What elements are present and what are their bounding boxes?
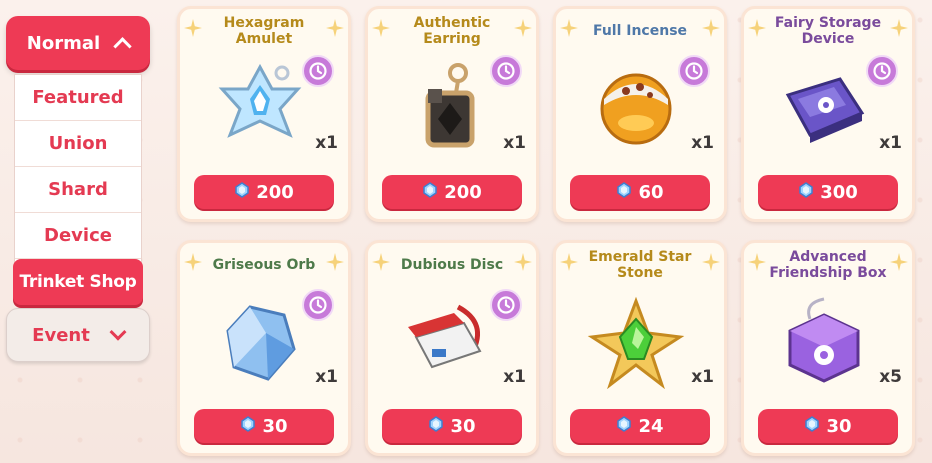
item-name: Dubious Disc [400, 257, 504, 273]
buy-button[interactable]: 200 [194, 175, 334, 209]
item-quantity: x5 [879, 367, 902, 387]
item-price: 30 [450, 415, 476, 437]
shop-item-grid: Hexagram Amulet x1 200 Authentic Earring x1 2… [177, 6, 917, 458]
item-quantity: x1 [503, 133, 526, 153]
buy-button[interactable]: 24 [570, 409, 710, 443]
item-name: Fairy Storage Device [774, 15, 882, 47]
item-price: 30 [262, 415, 288, 437]
item-name: Hexagram Amulet [223, 15, 305, 47]
authentic-earring-icon [398, 59, 498, 155]
item-name: Full Incense [592, 23, 688, 39]
item-quantity: x1 [315, 133, 338, 153]
sub-item-union[interactable]: Union [15, 121, 141, 167]
item-price: 30 [826, 415, 852, 437]
sub-item-trinket-shop[interactable]: Trinket Shop [13, 259, 143, 305]
emerald-star-stone-icon [586, 293, 686, 390]
gem-icon [234, 181, 250, 203]
item-quantity: x1 [503, 367, 526, 387]
dubious-disc-icon [398, 293, 498, 389]
shop-item-card[interactable]: Fairy Storage Device x1 300 [741, 6, 915, 222]
shop-item-card[interactable]: Emerald Star Stone x1 24 [553, 240, 727, 456]
item-name: Advanced Friendship Box [769, 249, 887, 281]
gem-icon [616, 415, 632, 437]
shop-item-card[interactable]: Advanced Friendship Box x5 30 [741, 240, 915, 456]
buy-button[interactable]: 300 [758, 175, 898, 209]
shop-item-card[interactable]: Griseous Orb x1 30 [177, 240, 351, 456]
buy-button[interactable]: 200 [382, 175, 522, 209]
buy-button[interactable]: 30 [382, 409, 522, 443]
item-price: 200 [256, 181, 294, 203]
tab-normal[interactable]: Normal [6, 16, 150, 70]
tab-normal-label: Normal [26, 32, 101, 54]
item-quantity: x1 [315, 367, 338, 387]
item-quantity: x1 [691, 367, 714, 387]
item-price: 24 [638, 415, 664, 437]
gem-icon [428, 415, 444, 437]
shop-item-card[interactable]: Full Incense x1 60 [553, 6, 727, 222]
item-name: Griseous Orb [212, 257, 316, 273]
griseous-orb-icon [210, 293, 310, 389]
gem-icon [798, 181, 814, 203]
buy-button[interactable]: 60 [570, 175, 710, 209]
tab-event[interactable]: Event [6, 308, 150, 362]
gem-icon [616, 181, 632, 203]
advanced-friendship-box-icon [774, 293, 874, 389]
gem-icon [422, 181, 438, 203]
shop-item-card[interactable]: Dubious Disc x1 30 [365, 240, 539, 456]
hexagram-amulet-icon [210, 59, 310, 155]
item-price: 200 [444, 181, 482, 203]
gem-icon [804, 415, 820, 437]
item-name: Authentic Earring [413, 15, 491, 47]
tab-event-label: Event [32, 324, 90, 346]
item-quantity: x1 [879, 133, 902, 153]
buy-button[interactable]: 30 [194, 409, 334, 443]
gem-icon [240, 415, 256, 437]
sub-item-shard[interactable]: Shard [15, 167, 141, 213]
shop-category-sidebar: Normal Featured Union Shard Device Trink… [0, 0, 160, 463]
item-quantity: x1 [691, 133, 714, 153]
chevron-up-icon [113, 36, 132, 56]
buy-button[interactable]: 30 [758, 409, 898, 443]
full-incense-icon [586, 59, 686, 155]
fairy-storage-device-icon [774, 59, 874, 155]
item-price: 60 [638, 181, 664, 203]
shop-item-card[interactable]: Authentic Earring x1 200 [365, 6, 539, 222]
item-price: 300 [820, 181, 858, 203]
sub-item-featured[interactable]: Featured [15, 75, 141, 121]
normal-submenu: Featured Union Shard Device Trinket Shop [13, 74, 143, 305]
shop-item-card[interactable]: Hexagram Amulet x1 200 [177, 6, 351, 222]
item-name: Emerald Star Stone [588, 249, 692, 281]
chevron-down-icon [109, 323, 127, 341]
sub-item-device[interactable]: Device [15, 213, 141, 259]
